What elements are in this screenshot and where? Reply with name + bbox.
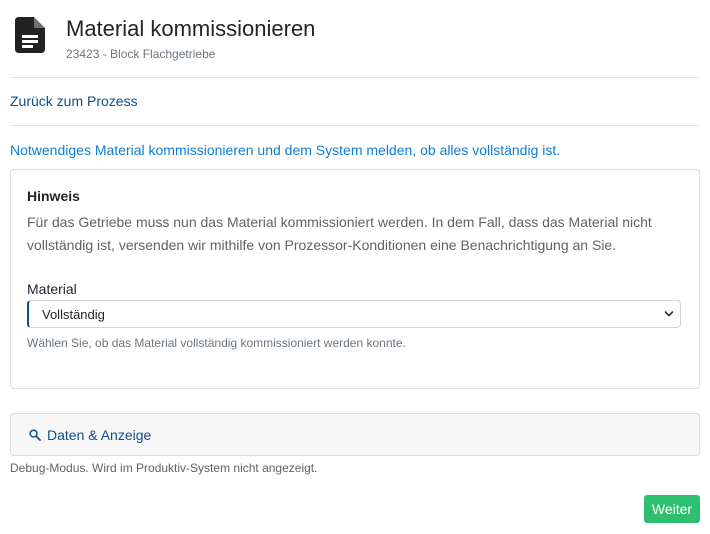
intro-text: Notwendiges Material kommissionieren und… [10,142,561,158]
next-button[interactable]: Weiter [644,495,700,523]
divider [10,125,700,126]
hint-title: Hinweis [27,188,80,204]
accordion-label: Daten & Anzeige [47,427,152,443]
back-to-process-link[interactable]: Zurück zum Prozess [10,93,138,109]
search-icon [29,429,41,441]
hint-card: Hinweis Für das Getriebe muss nun das Ma… [10,169,700,389]
material-select[interactable]: Vollständig [27,300,681,328]
chevron-down-icon [664,311,674,317]
page-title: Material kommissionieren [66,16,316,41]
page-subtitle: 23423 - Block Flachgetriebe [66,47,216,61]
data-display-accordion[interactable]: Daten & Anzeige [10,413,700,456]
material-help-text: Wählen Sie, ob das Material vollständig … [27,336,406,350]
document-icon [15,17,45,53]
hint-text: Für das Getriebe muss nun das Material k… [27,214,652,253]
material-select-value: Vollständig [42,307,105,322]
material-label: Material [27,281,77,297]
divider [10,77,700,78]
debug-note: Debug-Modus. Wird im Produktiv-System ni… [10,461,318,475]
page-header: Material kommissionieren 23423 - Block F… [10,14,700,68]
